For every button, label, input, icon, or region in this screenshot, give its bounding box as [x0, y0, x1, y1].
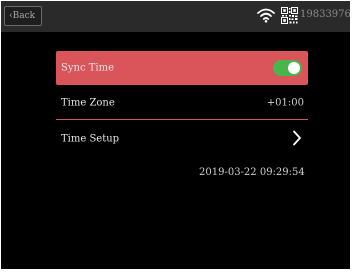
- back-button[interactable]: ‹Back: [4, 6, 42, 26]
- qr-code-icon[interactable]: [281, 7, 298, 24]
- device-frame: ‹Back 19833976 Sync Time Time Zone +01:0…: [0, 0, 355, 273]
- sync-time-row[interactable]: Sync Time: [56, 51, 308, 85]
- device-serial: 1983397686: [300, 9, 350, 20]
- time-setup-label: Time Setup: [61, 133, 120, 144]
- sync-time-label: Sync Time: [61, 62, 114, 74]
- row-divider: [56, 119, 308, 120]
- time-setup-row[interactable]: Time Setup: [56, 122, 308, 155]
- chevron-right-icon: [293, 130, 301, 146]
- toggle-knob: [288, 62, 300, 74]
- time-zone-row[interactable]: Time Zone +01:00: [56, 86, 308, 119]
- sync-time-toggle[interactable]: [273, 60, 302, 76]
- wifi-icon: [257, 8, 275, 23]
- screen: ‹Back 19833976 Sync Time Time Zone +01:0…: [1, 1, 350, 269]
- current-datetime: 2019-03-22 09:29:54: [199, 167, 305, 178]
- time-zone-label: Time Zone: [61, 97, 115, 108]
- time-zone-value: +01:00: [266, 97, 304, 108]
- top-bar: ‹Back 19833976: [1, 1, 350, 32]
